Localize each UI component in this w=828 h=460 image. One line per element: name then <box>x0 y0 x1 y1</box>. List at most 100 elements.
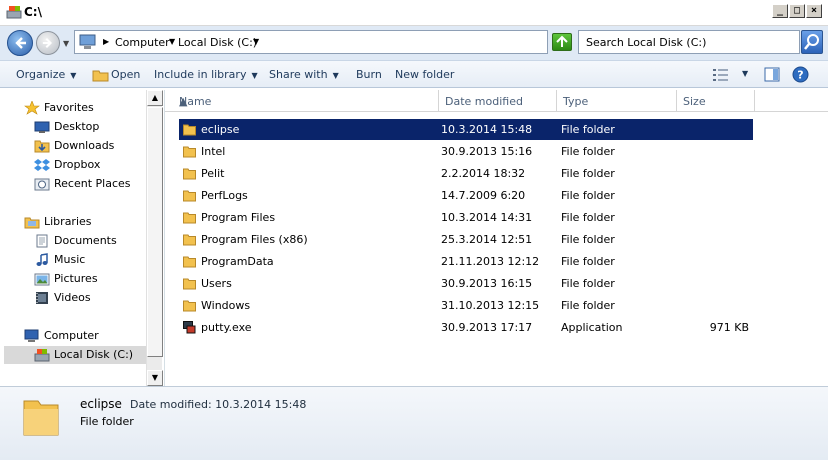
navigation-pane: Favorites Desktop Downloads Dropbox Rece… <box>4 90 146 386</box>
table-row[interactable]: eclipse 10.3.2014 15:48 File folder <box>179 119 753 140</box>
address-bar[interactable]: ▶ Computer ▼ Local Disk (C:) ▼ ▼ <box>74 30 614 54</box>
scroll-down-button[interactable]: ▼ <box>147 370 163 386</box>
file-name: PerfLogs <box>201 189 248 202</box>
table-row[interactable]: Program Files (x86) 25.3.2014 12:51 File f… <box>179 229 753 250</box>
help-icon[interactable]: ? <box>792 66 809 83</box>
table-row[interactable]: Pelit 2.2.2014 18:32 File folder <box>179 163 753 184</box>
search-button[interactable] <box>801 30 823 54</box>
scroll-up-button[interactable]: ▲ <box>147 90 163 106</box>
sidebar-item-computer[interactable]: Computer <box>4 327 146 345</box>
breadcrumb-computer[interactable]: Computer <box>115 36 170 49</box>
chevron-right-icon[interactable]: ▶ <box>103 37 109 46</box>
folder-icon <box>183 124 196 136</box>
folder-icon <box>183 212 196 224</box>
search-input[interactable]: Search Local Disk (C:) <box>578 30 800 54</box>
folder-icon <box>23 400 59 436</box>
table-row[interactable]: PerfLogs 14.7.2009 6:20 File folder <box>179 185 753 206</box>
star-icon <box>24 101 40 115</box>
details-date-modified: Date modified: 10.3.2014 15:48 <box>130 398 307 411</box>
folder-icon <box>183 234 196 246</box>
column-date-modified[interactable]: Date modified <box>439 90 557 112</box>
navigation-pane-scrollbar[interactable]: ▲ ▼ <box>146 90 163 386</box>
file-name: ProgramData <box>201 255 274 268</box>
open-button[interactable]: Open <box>111 68 140 81</box>
view-options-icon[interactable] <box>712 68 730 82</box>
file-type: Application <box>561 321 623 334</box>
preview-pane-icon[interactable] <box>764 67 780 82</box>
sidebar-item-desktop[interactable]: Desktop <box>4 118 146 136</box>
file-name: eclipse <box>201 123 240 136</box>
sidebar-item-music[interactable]: Music <box>4 251 146 269</box>
file-type: File folder <box>561 167 615 180</box>
computer-icon <box>79 34 96 49</box>
pictures-icon <box>34 273 50 286</box>
file-type: File folder <box>561 255 615 268</box>
table-row[interactable]: Windows 31.10.2013 12:15 File folder <box>179 295 753 316</box>
file-date-modified: 2.2.2014 18:32 <box>441 167 526 180</box>
sidebar-item-documents[interactable]: Documents <box>4 232 146 250</box>
file-date-modified: 30.9.2013 15:16 <box>441 145 533 158</box>
forward-button[interactable] <box>36 31 60 55</box>
svg-text:?: ? <box>797 69 803 82</box>
file-type: File folder <box>561 189 615 202</box>
minimize-button[interactable]: _ <box>772 4 788 18</box>
chevron-down-icon[interactable]: ▼ <box>253 37 259 46</box>
file-name: Pelit <box>201 167 225 180</box>
scroll-thumb[interactable] <box>147 107 163 357</box>
chevron-down-icon[interactable]: ▼ <box>169 37 175 46</box>
refresh-icon <box>556 35 568 47</box>
dropbox-icon <box>34 159 50 171</box>
sidebar-item-downloads[interactable]: Downloads <box>4 137 146 155</box>
recent-pages-dropdown[interactable]: ▼ <box>63 39 69 48</box>
command-bar: Organize ▼ Open Include in library ▼ Share… <box>0 60 828 88</box>
details-type: File folder <box>80 415 134 428</box>
libraries-icon <box>24 217 40 229</box>
sidebar-item-libraries[interactable]: Libraries <box>4 213 146 231</box>
column-name[interactable]: Name ▲ <box>173 90 439 112</box>
close-button[interactable]: × <box>806 4 822 18</box>
breadcrumb-local-disk[interactable]: Local Disk (C:) <box>178 36 257 49</box>
column-type[interactable]: Type <box>557 90 677 112</box>
include-in-library-menu[interactable]: Include in library ▼ <box>154 68 258 81</box>
table-row[interactable]: ProgramData 21.11.2013 12:12 File folder <box>179 251 753 272</box>
file-name: Users <box>201 277 232 290</box>
computer-icon <box>24 329 39 342</box>
table-row[interactable]: Users 30.9.2013 16:15 File folder <box>179 273 753 294</box>
new-folder-button[interactable]: New folder <box>395 68 454 81</box>
file-date-modified: 14.7.2009 6:20 <box>441 189 526 202</box>
table-row[interactable]: putty.exe 30.9.2013 17:17 Application 971 K… <box>179 317 753 338</box>
details-pane: eclipse Date modified: 10.3.2014 15:48 F… <box>0 386 828 460</box>
burn-button[interactable]: Burn <box>356 68 382 81</box>
address-row: ▼ ▶ Computer ▼ Local Disk (C:) ▼ ▼ Searc… <box>0 26 828 60</box>
details-name: eclipse <box>80 397 122 411</box>
putty-icon <box>183 321 196 334</box>
file-list: Name ▲ Date modified Type Size eclipse 10… <box>164 90 828 386</box>
back-button[interactable] <box>7 30 33 56</box>
sidebar-item-local-disk[interactable]: Local Disk (C:) <box>4 346 146 364</box>
drive-icon <box>34 349 50 362</box>
table-row[interactable]: Program Files 10.3.2014 14:31 File folder <box>179 207 753 228</box>
maximize-button[interactable]: □ <box>789 4 805 18</box>
folder-icon <box>183 190 196 202</box>
organize-menu[interactable]: Organize ▼ <box>16 68 76 81</box>
sidebar-item-pictures[interactable]: Pictures <box>4 270 146 288</box>
file-date-modified: 21.11.2013 12:12 <box>441 255 540 268</box>
recent-places-icon <box>34 178 50 191</box>
file-type: File folder <box>561 211 615 224</box>
file-date-modified: 25.3.2014 12:51 <box>441 233 533 246</box>
share-with-menu[interactable]: Share with ▼ <box>269 68 339 81</box>
refresh-button[interactable] <box>552 33 572 51</box>
search-icon <box>804 34 819 50</box>
table-row[interactable]: Intel 30.9.2013 15:16 File folder <box>179 141 753 162</box>
documents-icon <box>36 234 48 248</box>
view-dropdown[interactable]: ▼ <box>742 69 748 78</box>
column-size[interactable]: Size <box>677 90 755 112</box>
sidebar-item-videos[interactable]: Videos <box>4 289 146 307</box>
sidebar-item-favorites[interactable]: Favorites <box>4 99 146 117</box>
sidebar-item-dropbox[interactable]: Dropbox <box>4 156 146 174</box>
folder-icon <box>183 278 196 290</box>
file-name: Intel <box>201 145 226 158</box>
file-name: Windows <box>201 299 251 312</box>
sidebar-item-recent-places[interactable]: Recent Places <box>4 175 146 193</box>
folder-icon <box>183 168 196 180</box>
